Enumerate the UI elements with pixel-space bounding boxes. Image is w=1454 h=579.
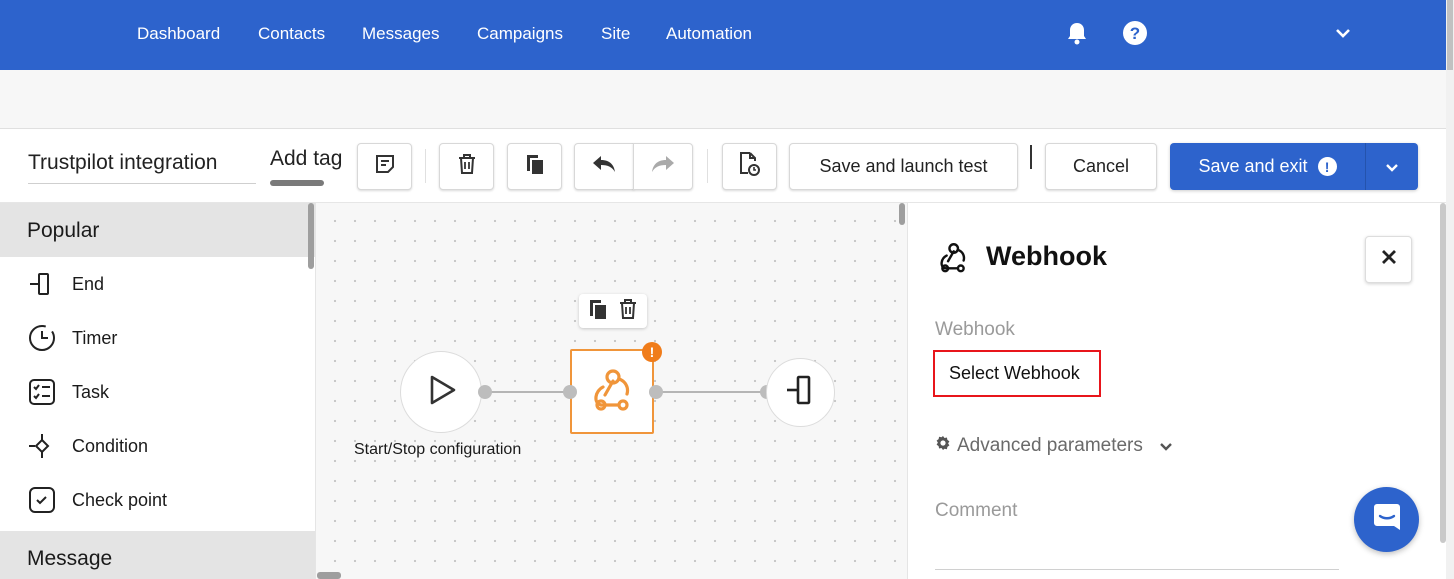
component-sidebar: Popular End Timer Task Condition Check p… (0, 203, 316, 579)
end-icon (785, 374, 817, 411)
close-panel-button[interactable] (1365, 236, 1412, 283)
add-tag-underline (270, 180, 324, 186)
history-button[interactable] (722, 143, 777, 190)
webhook-icon (935, 240, 971, 279)
redo-button[interactable] (633, 143, 693, 190)
panel-scrollbar[interactable] (1439, 203, 1447, 579)
svg-text:?: ? (1130, 24, 1140, 43)
top-navigation-bar: Dashboard Contacts Messages Campaigns Si… (0, 0, 1446, 70)
nav-site[interactable]: Site (601, 24, 630, 44)
sidebar-item-label: Timer (72, 327, 118, 348)
file-history-icon (738, 151, 762, 182)
start-node-label: Start/Stop configuration (354, 441, 522, 458)
play-icon (424, 373, 458, 412)
node-toolbar (579, 294, 647, 328)
nav-messages[interactable]: Messages (362, 24, 439, 44)
bell-icon[interactable] (1064, 20, 1090, 46)
section-popular[interactable]: Popular (0, 203, 315, 257)
undo-button[interactable] (574, 143, 634, 190)
flow-name-input[interactable]: Trustpilot integration (28, 151, 256, 184)
save-and-exit-button[interactable]: Save and exit ! (1170, 143, 1366, 190)
output-port[interactable] (478, 385, 492, 399)
nav-campaigns[interactable]: Campaigns (477, 24, 563, 44)
save-and-exit-split-button: Save and exit ! (1170, 143, 1418, 190)
save-and-exit-label: Save and exit (1198, 156, 1308, 176)
toolbar-divider (1030, 145, 1032, 169)
start-stop-node[interactable] (400, 351, 482, 433)
select-webhook-button[interactable]: Select Webhook (933, 350, 1101, 397)
save-and-launch-test-button[interactable]: Save and launch test (789, 143, 1018, 190)
delete-button[interactable] (439, 143, 494, 190)
canvas-vertical-scrollbar[interactable] (898, 203, 906, 225)
workflow-canvas[interactable]: Start/Stop configuration ! (317, 203, 906, 579)
end-node[interactable] (766, 358, 835, 427)
sidebar-item-condition[interactable]: Condition (0, 419, 315, 473)
copy-icon[interactable] (588, 298, 608, 325)
nav-dashboard[interactable]: Dashboard (137, 24, 220, 44)
webhook-node[interactable] (570, 349, 654, 434)
nav-contacts[interactable]: Contacts (258, 24, 325, 44)
end-icon (27, 269, 57, 299)
close-icon (1381, 249, 1397, 270)
page-scrollbar[interactable] (1446, 0, 1454, 579)
condition-icon (27, 431, 57, 461)
sidebar-item-label: End (72, 273, 105, 294)
add-tag-button[interactable]: Add tag (270, 147, 342, 171)
redo-icon (650, 155, 676, 178)
cancel-button[interactable]: Cancel (1045, 143, 1157, 190)
comment-input[interactable] (935, 569, 1339, 570)
chevron-down-icon (1385, 156, 1399, 177)
chevron-down-icon[interactable] (1330, 20, 1356, 46)
sidebar-item-check-point[interactable]: Check point (0, 473, 315, 527)
task-icon (27, 377, 57, 407)
output-port[interactable] (649, 385, 663, 399)
sidebar-scrollbar[interactable] (307, 203, 315, 579)
input-port[interactable] (563, 385, 577, 399)
sidebar-item-label: Condition (72, 435, 149, 456)
note-icon (374, 153, 396, 180)
warning-icon: ! (1317, 157, 1337, 176)
section-message[interactable]: Message (0, 531, 315, 579)
chevron-down-icon (1159, 435, 1173, 457)
editor-toolbar: Trustpilot integration Add tag Save and … (0, 128, 1446, 203)
nav-automation[interactable]: Automation (666, 24, 752, 44)
note-button[interactable] (357, 143, 412, 190)
sidebar-item-label: Check point (72, 489, 168, 510)
chat-icon (1371, 501, 1403, 538)
chat-widget-button[interactable] (1354, 487, 1419, 552)
undo-icon (591, 155, 617, 178)
check-point-icon (27, 485, 57, 515)
alert-icon: ! (642, 342, 662, 362)
connector-line (484, 391, 570, 393)
trash-icon[interactable] (618, 298, 638, 325)
copy-icon (525, 153, 545, 180)
canvas-horizontal-scrollbar[interactable] (317, 572, 341, 579)
webhook-field-label: Webhook (935, 319, 1015, 340)
save-options-dropdown[interactable] (1366, 143, 1418, 190)
panel-title: Webhook (986, 241, 1107, 271)
timer-icon (27, 323, 57, 353)
toolbar-divider (707, 149, 708, 183)
sidebar-item-timer[interactable]: Timer (0, 311, 315, 365)
sidebar-item-label: Task (72, 381, 110, 402)
advanced-parameters-toggle[interactable]: Advanced parameters (935, 435, 1173, 457)
sidebar-item-end[interactable]: End (0, 257, 315, 311)
trash-icon (457, 153, 477, 180)
webhook-icon (587, 365, 637, 418)
duplicate-button[interactable] (507, 143, 562, 190)
sidebar-item-task[interactable]: Task (0, 365, 315, 419)
advanced-parameters-label: Advanced parameters (957, 435, 1143, 456)
connector-line (656, 391, 767, 393)
gear-icon (935, 435, 951, 457)
comment-field-label: Comment (935, 500, 1018, 521)
help-circle-icon[interactable]: ? (1122, 20, 1148, 46)
toolbar-divider (425, 149, 426, 183)
